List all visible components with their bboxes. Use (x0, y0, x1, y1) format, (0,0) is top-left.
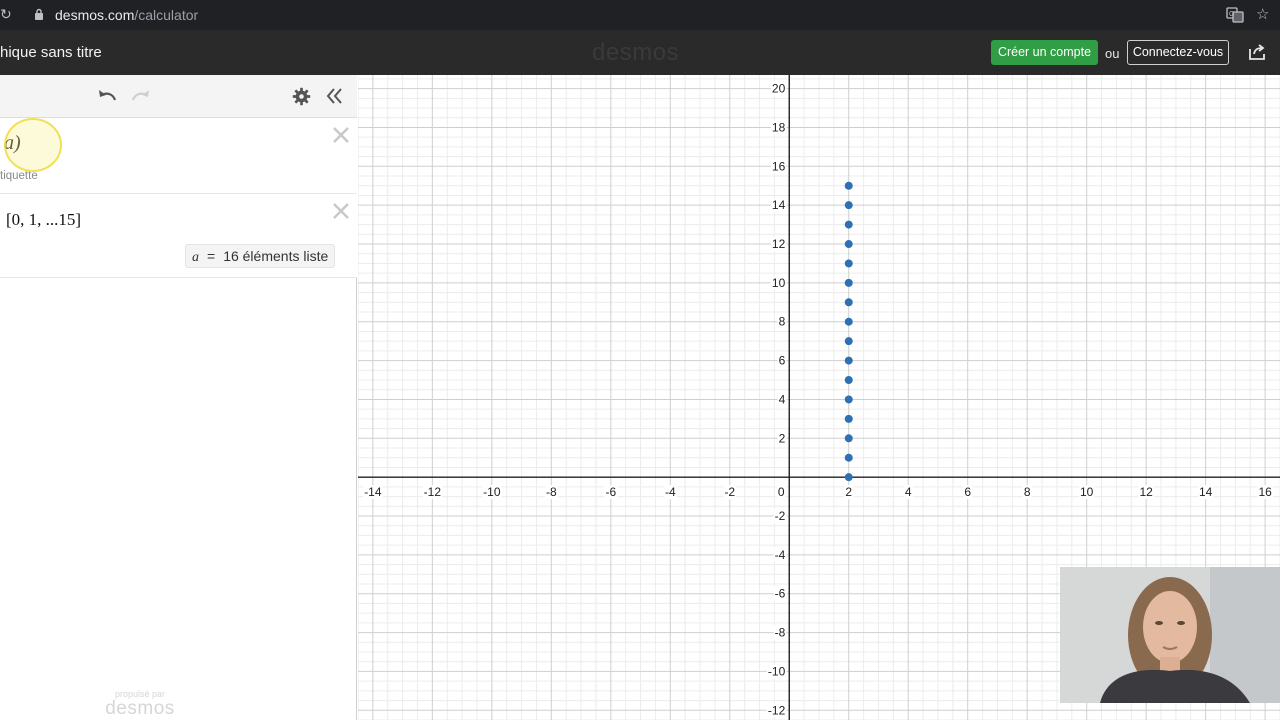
data-point (844, 220, 853, 229)
url-path: /calculator (134, 7, 199, 23)
cursor-highlight (4, 118, 62, 172)
evaluation-value: 16 éléments liste (223, 248, 329, 264)
collapse-panel-icon[interactable] (326, 87, 344, 105)
y-tick-label: 4 (779, 392, 786, 406)
x-tick-label: 8 (1024, 485, 1031, 499)
y-tick-label: -2 (775, 509, 786, 523)
svg-text:G: G (1229, 11, 1234, 18)
x-tick-label: 4 (905, 485, 912, 499)
delete-expression-icon[interactable] (332, 202, 350, 220)
y-tick-label: 14 (772, 198, 786, 212)
lock-icon (35, 8, 43, 20)
data-point (844, 278, 853, 287)
x-tick-label: -8 (546, 485, 557, 499)
graph-title[interactable]: hique sans titre (0, 44, 102, 61)
x-tick-label: -4 (665, 485, 676, 499)
desmos-logo: desmos (592, 39, 680, 66)
x-tick-label: 12 (1139, 485, 1153, 499)
or-label: ou (1105, 46, 1120, 61)
data-point (844, 181, 853, 190)
y-tick-label: -8 (775, 626, 786, 640)
x-tick-label: 16 (1258, 485, 1272, 499)
y-tick-label: 6 (779, 354, 786, 368)
powered-by-desmos[interactable]: propulsé par desmos (102, 689, 178, 719)
data-point (844, 434, 853, 443)
data-point (844, 473, 853, 482)
data-point (844, 240, 853, 249)
expression-sidebar: a) tiquette [0, 1, ...15] a = 16 éléments … (0, 75, 357, 720)
x-tick-label: 0 (778, 485, 785, 499)
data-point (844, 395, 853, 404)
y-tick-label: -6 (775, 587, 786, 601)
webcam-overlay (1060, 567, 1280, 703)
settings-gear-icon[interactable] (292, 87, 311, 106)
evaluation-variable: a (192, 250, 199, 265)
undo-icon[interactable] (96, 87, 118, 105)
evaluation-equals: = (207, 248, 216, 264)
expression-row[interactable]: [0, 1, ...15] a = 16 éléments liste (0, 194, 357, 278)
data-point (844, 414, 853, 423)
y-tick-label: -12 (768, 703, 786, 717)
data-point (844, 376, 853, 385)
data-point (844, 337, 853, 346)
powered-by-logo: desmos (105, 698, 175, 719)
y-tick-label: 2 (779, 431, 786, 445)
expression-toolbar (0, 75, 357, 118)
delete-expression-icon[interactable] (332, 126, 350, 144)
data-point (844, 453, 853, 462)
login-button[interactable]: Connectez-vous (1127, 40, 1229, 65)
y-tick-label: 20 (772, 82, 786, 96)
data-point (844, 298, 853, 307)
y-tick-label: 16 (772, 159, 786, 173)
x-tick-label: 6 (964, 485, 971, 499)
data-point (844, 317, 853, 326)
browser-address-bar: ↻ desmos.com/calculator G ☆ (0, 0, 1280, 30)
x-tick-label: -12 (424, 485, 442, 499)
data-point (844, 201, 853, 210)
share-icon[interactable] (1248, 44, 1266, 61)
x-tick-label: 10 (1080, 485, 1094, 499)
x-tick-label: -2 (724, 485, 735, 499)
reload-icon[interactable]: ↻ (0, 6, 12, 23)
data-point (844, 356, 853, 365)
y-tick-label: 12 (772, 237, 786, 251)
y-tick-label: 10 (772, 276, 786, 290)
x-tick-label: 2 (845, 485, 852, 499)
x-tick-label: 14 (1199, 485, 1213, 499)
url-field[interactable]: desmos.com/calculator (55, 7, 198, 23)
x-tick-label: -6 (605, 485, 616, 499)
evaluation-badge: a = 16 éléments liste (185, 244, 336, 268)
redo-icon[interactable] (130, 87, 152, 105)
presenter-video (1060, 567, 1280, 703)
app-header: hique sans titre desmos Créer un compte … (0, 30, 1280, 75)
create-account-button[interactable]: Créer un compte (991, 40, 1098, 65)
bookmark-star-icon[interactable]: ☆ (1256, 5, 1269, 23)
x-tick-label: -10 (483, 485, 501, 499)
y-tick-label: 8 (779, 315, 786, 329)
x-tick-label: -14 (364, 485, 382, 499)
y-tick-label: -10 (768, 664, 786, 678)
data-point (844, 259, 853, 268)
y-tick-label: -4 (775, 548, 786, 562)
url-domain: desmos.com (55, 7, 135, 23)
expression-math[interactable]: [0, 1, ...15] (6, 210, 81, 230)
translate-icon[interactable]: G (1226, 6, 1244, 24)
y-tick-label: 18 (772, 120, 786, 134)
